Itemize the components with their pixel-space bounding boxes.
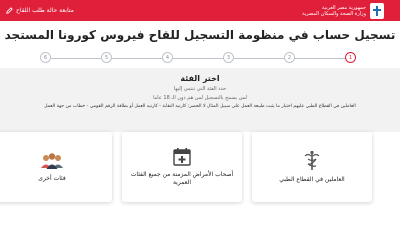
track-request-label: متابعة حالة طلب اللقاح: [16, 7, 74, 14]
card-medical-staff[interactable]: العاملين في القطاع الطبي: [252, 132, 372, 202]
card-other-groups[interactable]: فئات أخرى: [0, 132, 112, 202]
card-other-groups-label: فئات أخرى: [38, 175, 66, 182]
category-cards: العاملين في القطاع الطبي أصحاب الأمراض ا…: [0, 132, 400, 225]
step-5: 5: [101, 52, 112, 63]
people-group-icon: [41, 153, 63, 169]
ministry-brand[interactable]: جمهورية مصر العربية وزارة الصحة والسكان …: [302, 1, 384, 20]
card-chronic-diseases-label: أصحاب الأمراض المزمنة من جميع الفئات الع…: [130, 171, 234, 186]
medical-staff-note: العاملين في القطاع الطبي عليهم اختيار ما…: [44, 104, 356, 109]
steps-connector-line: [50, 58, 350, 59]
step-2: 2: [284, 52, 295, 63]
category-heading: اختر الفئة: [180, 74, 220, 83]
step-indicator: 6 5 4 3 2 1: [40, 52, 360, 64]
brand-line-2: وزارة الصحة والسكان المصرية: [302, 10, 366, 17]
age-note: لمن يسمح بالتسجيل لمن هم دون الـ 18 عاما: [153, 95, 247, 101]
step-6: 6: [40, 52, 51, 63]
category-subtitle: حدد الفئة التي تنتمي إليها: [173, 86, 227, 92]
step-4: 4: [162, 52, 173, 63]
card-medical-staff-label: العاملين في القطاع الطبي: [279, 176, 345, 183]
step-3: 3: [223, 52, 234, 63]
category-section: اختر الفئة حدد الفئة التي تنتمي إليها لم…: [0, 68, 400, 132]
track-request-link[interactable]: متابعة حالة طلب اللقاح: [6, 2, 74, 19]
card-chronic-diseases[interactable]: أصحاب الأمراض المزمنة من جميع الفئات الع…: [122, 132, 242, 202]
top-bar: جمهورية مصر العربية وزارة الصحة والسكان …: [0, 0, 400, 21]
medical-calendar-icon: [173, 148, 191, 166]
page-title: تسجيل حساب في منظومة التسجيل للقاح فيروس…: [4, 28, 396, 42]
step-1-active: 1: [345, 52, 356, 63]
caduceus-icon: [304, 150, 320, 170]
edit-icon: [6, 7, 13, 14]
ministry-logo-icon: [370, 2, 384, 19]
